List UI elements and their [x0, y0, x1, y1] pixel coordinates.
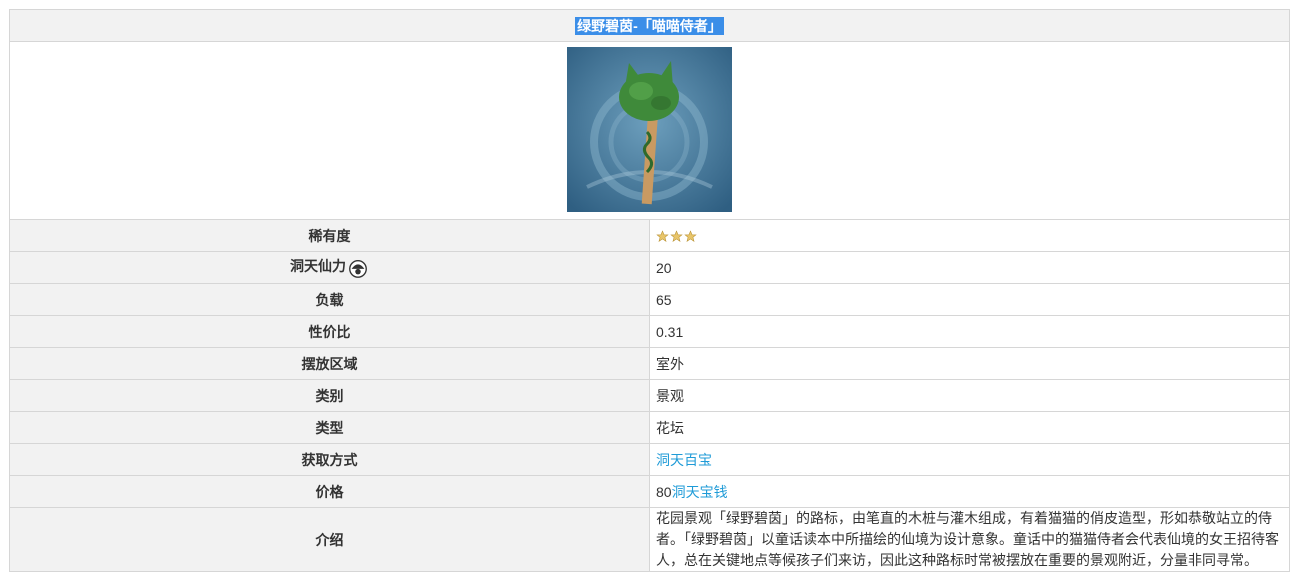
category-label: 类别 [9, 379, 650, 412]
load-label: 负载 [9, 283, 650, 316]
rarity-label: 稀有度 [9, 219, 650, 252]
rarity-stars [656, 230, 697, 243]
adeptal-value: 20 [649, 251, 1290, 284]
adeptal-label-text: 洞天仙力 [290, 258, 346, 275]
furnishing-info-table: 绿野碧茵-「喵喵侍者」 稀有度 洞天仙力 20 负载 65 性价比 0.31 摆… [9, 9, 1290, 572]
placement-value: 室外 [649, 347, 1290, 380]
load-value: 65 [649, 283, 1290, 316]
intro-text: 花园景观「绿野碧茵」的路标，由笔直的木桩与灌木组成，有着猫猫的俏皮造型，形如恭敬… [649, 507, 1290, 572]
adeptal-energy-icon [349, 259, 367, 278]
type-label: 类型 [9, 411, 650, 444]
ratio-value: 0.31 [649, 315, 1290, 348]
star-icon [670, 230, 683, 243]
price-value: 80洞天宝钱 [649, 475, 1290, 508]
star-icon [656, 230, 669, 243]
currency-link[interactable]: 洞天宝钱 [672, 484, 728, 500]
cat-topiary-tree-image[interactable] [567, 46, 732, 212]
source-label: 获取方式 [9, 443, 650, 476]
placement-label: 摆放区域 [9, 347, 650, 380]
ratio-label: 性价比 [9, 315, 650, 348]
price-amount: 80 [656, 483, 672, 500]
page-title-text: 绿野碧茵-「喵喵侍者」 [575, 16, 724, 35]
source-link[interactable]: 洞天百宝 [656, 452, 712, 468]
category-value: 景观 [649, 379, 1290, 412]
intro-label: 介绍 [9, 507, 650, 572]
star-icon [684, 230, 697, 243]
source-value: 洞天百宝 [649, 443, 1290, 476]
page-title: 绿野碧茵-「喵喵侍者」 [9, 9, 1290, 42]
price-label: 价格 [9, 475, 650, 508]
image-cell [9, 41, 1290, 220]
type-value: 花坛 [649, 411, 1290, 444]
rarity-value [649, 219, 1290, 252]
adeptal-label: 洞天仙力 [9, 251, 650, 284]
